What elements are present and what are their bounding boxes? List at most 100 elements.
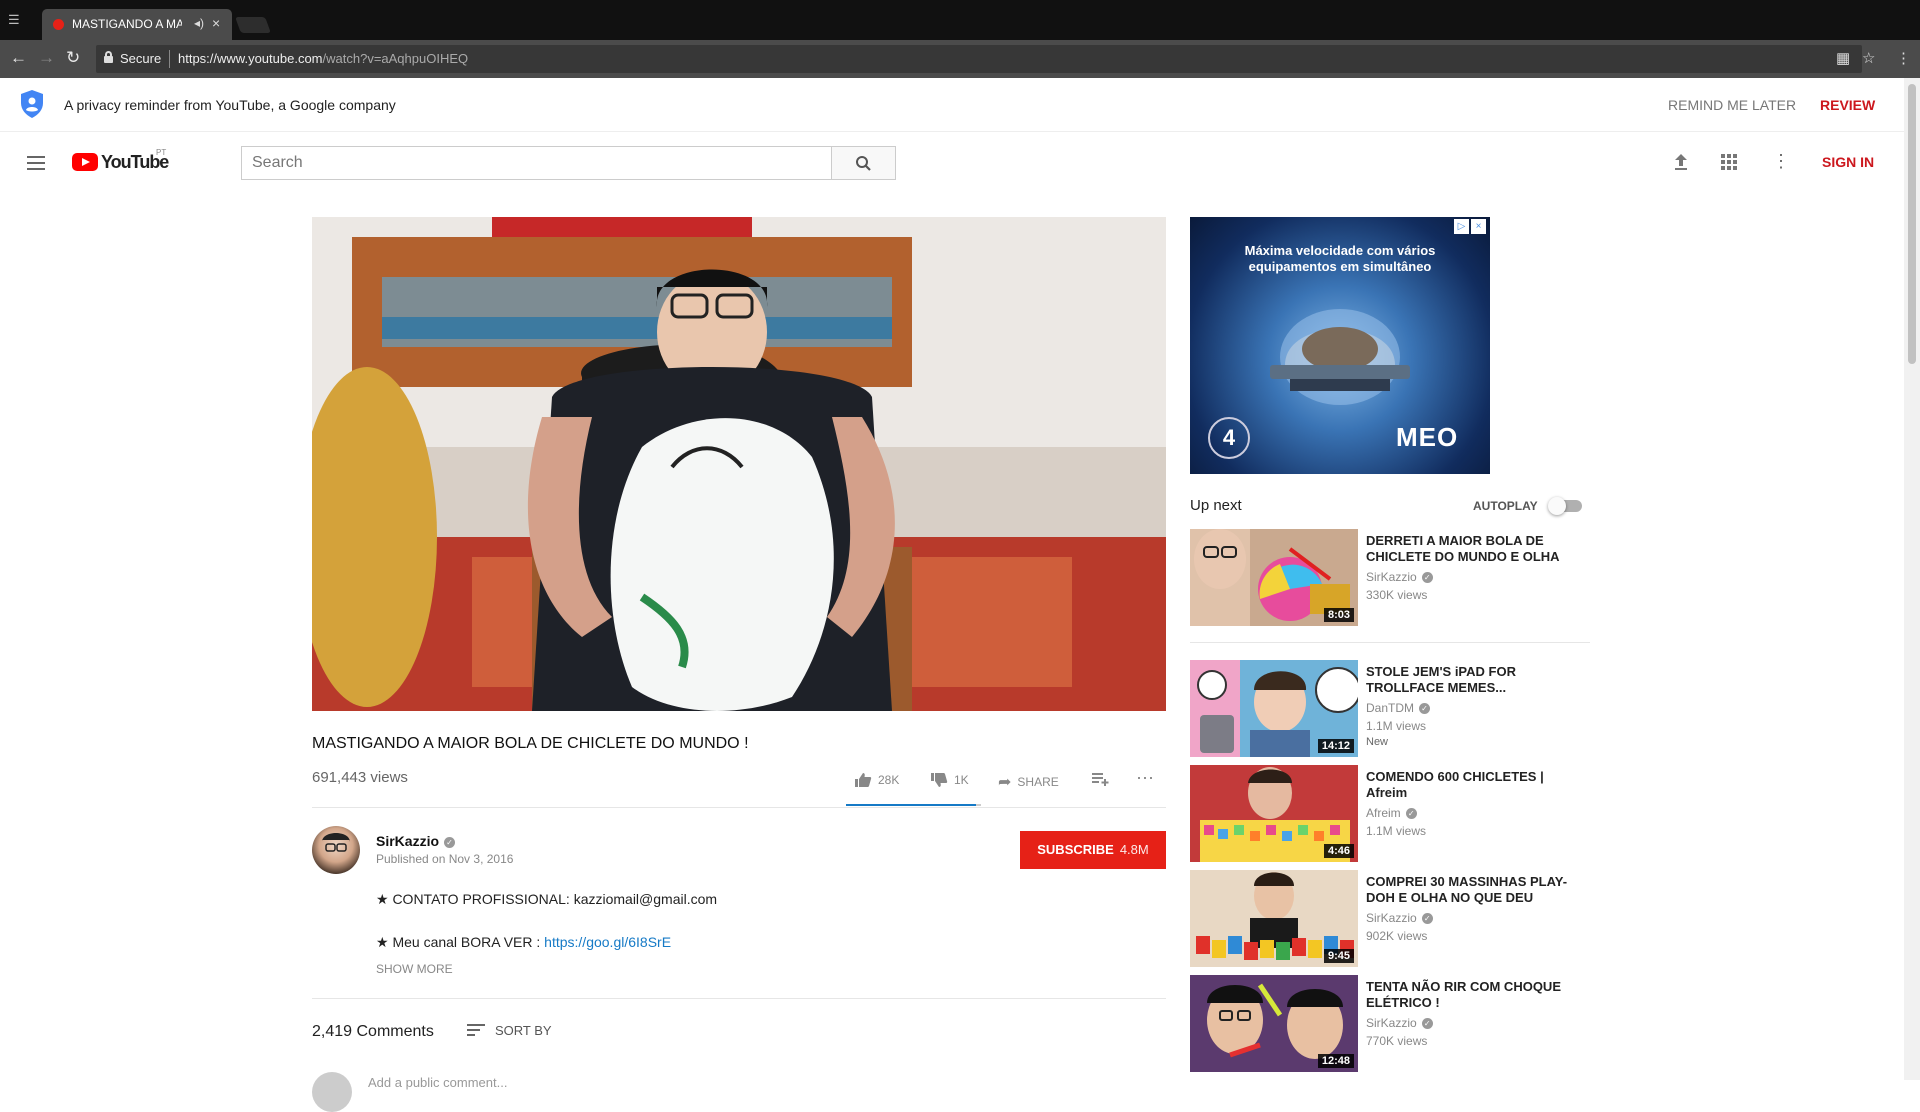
recommended-video[interactable]: 12:48 TENTA NÃO RIR COM CHOQUE ELÉTRICO … [1190, 975, 1590, 1072]
verified-icon: ✓ [444, 837, 456, 848]
remind-me-later-button[interactable]: REMIND ME LATER [1668, 97, 1796, 113]
video-duration: 8:03 [1323, 608, 1354, 622]
chrome-menu-icon[interactable]: ⋮ [1896, 49, 1911, 67]
tab-title: MASTIGANDO A MAI [72, 17, 182, 31]
search-input[interactable] [242, 147, 831, 179]
up-next-divider [1190, 642, 1590, 643]
add-comment-input[interactable]: Add a public comment... [368, 1075, 507, 1090]
page-scrollbar[interactable] [1904, 78, 1920, 1080]
youtube-favicon-icon [53, 19, 64, 30]
sign-in-button[interactable]: SIGN IN [1822, 154, 1874, 170]
video-thumbnail[interactable]: 12:48 [1190, 975, 1358, 1072]
review-button[interactable]: REVIEW [1820, 97, 1875, 113]
video-duration: 14:12 [1317, 739, 1354, 753]
view-count: 691,443 views [312, 769, 408, 786]
video-title: MASTIGANDO A MAIOR BOLA DE CHICLETE DO M… [312, 735, 749, 752]
ad-dome-illustration [1270, 309, 1410, 405]
sort-by-button[interactable]: SORT BY [467, 1023, 552, 1038]
subscribe-label: SUBSCRIBE [1037, 842, 1114, 857]
shield-icon [21, 90, 43, 118]
video-thumbnail[interactable]: 14:12 [1190, 660, 1358, 757]
sentiment-bar [846, 804, 981, 806]
description-line: ★ Meu canal BORA VER : https://goo.gl/6I… [376, 934, 671, 951]
window-menu-icon[interactable]: ☰ [8, 12, 24, 28]
like-count: 28K [878, 773, 900, 787]
url-text[interactable]: https://www.youtube.com/watch?v=aAqhpuOI… [178, 51, 468, 66]
sidebar-ad[interactable]: ▷ × Máxima velocidade com vários equipam… [1190, 217, 1490, 474]
show-more-button[interactable]: SHOW MORE [376, 962, 453, 976]
autoplay-label: AUTOPLAY [1473, 499, 1538, 513]
more-vertical-icon[interactable]: ⋮ [1772, 151, 1790, 172]
channel-avatar[interactable] [312, 826, 360, 874]
channel-name[interactable]: SirKazzio ✓ [376, 833, 456, 849]
channel-name: SirKazzio ✓ [1366, 1016, 1433, 1030]
reload-icon[interactable]: ↻ [66, 48, 80, 68]
view-count: 1.1M views [1366, 824, 1427, 838]
channel-name-text: SirKazzio [376, 833, 440, 849]
dislike-button[interactable]: 1K [930, 772, 969, 788]
secure-label: Secure [120, 51, 162, 66]
playlist-add-icon [1092, 773, 1109, 786]
view-count: 902K views [1366, 929, 1428, 943]
recommended-video[interactable]: 14:12 STOLE JEM'S iPAD FOR TROLLFACE MEM… [1190, 660, 1590, 757]
ad-badges: ▷ × [1454, 219, 1486, 234]
new-tab-button[interactable] [235, 17, 271, 33]
ad-headline: Máxima velocidade com vários equipamento… [1244, 243, 1436, 274]
recommended-video[interactable]: 4:46 COMENDO 600 CHICLETES | Afreim Afre… [1190, 765, 1590, 862]
video-title[interactable]: TENTA NÃO RIR COM CHOQUE ELÉTRICO ! [1366, 979, 1586, 1011]
video-thumbnail[interactable]: 9:45 [1190, 870, 1358, 967]
address-bar[interactable]: Secure https://www.youtube.com/watch?v=a… [96, 45, 1862, 73]
scrollbar-thumb[interactable] [1908, 84, 1916, 364]
hamburger-icon[interactable] [27, 156, 45, 170]
subscribe-button[interactable]: SUBSCRIBE 4.8M [1020, 831, 1166, 869]
privacy-message: A privacy reminder from YouTube, a Googl… [64, 97, 396, 113]
add-to-playlist-button[interactable] [1092, 772, 1110, 786]
new-badge: New [1366, 736, 1389, 748]
up-next-heading: Up next [1190, 497, 1242, 514]
description-link[interactable]: https://goo.gl/6I8SrE [544, 934, 671, 950]
share-button[interactable]: ➦ SHARE [998, 772, 1059, 792]
audio-playing-icon[interactable]: ◂) [194, 16, 204, 30]
search-box [241, 146, 832, 180]
translate-icon[interactable]: ▦ [1836, 49, 1850, 67]
autoplay-toggle[interactable] [1548, 497, 1584, 515]
video-player[interactable] [312, 217, 1166, 711]
video-frame [312, 217, 1166, 711]
thumbs-up-icon [855, 773, 872, 787]
ad-number-badge: 4 [1208, 417, 1250, 459]
share-arrow-icon: ➦ [998, 774, 1012, 791]
video-title[interactable]: STOLE JEM'S iPAD FOR TROLLFACE MEMES... [1366, 664, 1586, 696]
ad-close-icon[interactable]: × [1471, 219, 1486, 234]
back-icon[interactable]: ← [10, 48, 27, 68]
lock-icon [104, 51, 113, 63]
video-thumbnail[interactable]: 4:46 [1190, 765, 1358, 862]
comments-count: 2,419 Comments [312, 1023, 434, 1040]
search-button[interactable] [832, 146, 896, 180]
tab-close-icon[interactable]: × [212, 15, 220, 31]
upload-icon[interactable] [1672, 152, 1690, 172]
video-title[interactable]: DERRETI A MAIOR BOLA DE CHICLETE DO MUND… [1366, 533, 1586, 565]
video-title[interactable]: COMENDO 600 CHICLETES | Afreim [1366, 769, 1586, 801]
more-actions-icon[interactable]: ⋯ [1136, 768, 1154, 789]
channel-name: SirKazzio ✓ [1366, 911, 1433, 925]
recommended-video[interactable]: 9:45 COMPREI 30 MASSINHAS PLAY-DOH E OLH… [1190, 870, 1590, 967]
adchoices-icon[interactable]: ▷ [1454, 219, 1469, 234]
apps-grid-icon[interactable] [1720, 153, 1738, 171]
url-separator [169, 50, 170, 68]
forward-icon[interactable]: → [38, 48, 55, 68]
video-thumbnail[interactable]: 8:03 [1190, 529, 1358, 626]
video-title[interactable]: COMPREI 30 MASSINHAS PLAY-DOH E OLHA NO … [1366, 874, 1586, 906]
browser-tab[interactable]: MASTIGANDO A MAI ◂) × [42, 9, 232, 40]
search-icon [856, 156, 871, 171]
url-host: https://www.youtube.com [178, 51, 323, 66]
sort-icon [467, 1024, 485, 1036]
verified-icon: ✓ [1405, 808, 1417, 819]
share-label: SHARE [1017, 775, 1059, 789]
bookmark-star-icon[interactable]: ☆ [1862, 49, 1875, 67]
browser-toolbar: ← → ↻ Secure https://www.youtube.com/wat… [0, 40, 1920, 78]
publish-date: Published on Nov 3, 2016 [376, 852, 514, 866]
description-text: ★ Meu canal BORA VER : [376, 934, 545, 950]
like-button[interactable]: 28K [854, 772, 899, 788]
recommended-video[interactable]: 8:03 DERRETI A MAIOR BOLA DE CHICLETE DO… [1190, 529, 1590, 626]
youtube-masthead: YouTube PT ⋮ SIGN IN [0, 132, 1904, 192]
